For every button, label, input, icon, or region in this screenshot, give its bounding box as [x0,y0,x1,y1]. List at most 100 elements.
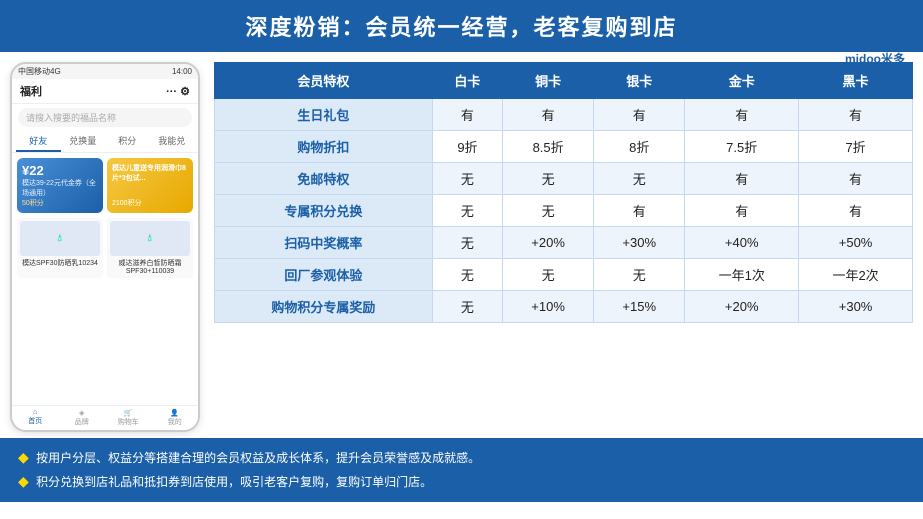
table-cell-value: +20% [685,291,799,323]
col-header-black: 黑卡 [799,63,913,99]
phone-nav-cart[interactable]: 🛒购物车 [105,406,152,430]
table-cell-privilege: 回厂参观体验 [215,259,433,291]
phone-product-2: 🧴 威达滋养白皙防晒霜SPF30+110039 [107,218,193,278]
table-cell-value: 无 [432,259,502,291]
table-cell-value: 8.5折 [503,131,594,163]
product1-label: 模达SPF30防晒乳10234 [20,258,100,268]
table-cell-value: +50% [799,227,913,259]
page-title: 深度粉销：会员统一经营，老客复购到店 [0,10,923,42]
main-content: 中国移动4G 14:00 福利 ··· ⚙ 请搜入搜要的福品名称 好友 兑换量 … [0,52,923,432]
table-cell-value: 无 [432,291,502,323]
phone-products-row: 🧴 模达SPF30防晒乳10234 🧴 威达滋养白皙防晒霜SPF30+11003… [12,218,198,278]
table-cell-value: 一年2次 [799,259,913,291]
header-bar: 深度粉销：会员统一经营，老客复购到店 [0,0,923,52]
table-cell-value: 有 [432,99,502,131]
card1-points: 50积分 [22,198,98,208]
carrier-text: 中国移动4G [18,66,61,77]
membership-table-area: 会员特权 白卡 铜卡 银卡 金卡 黑卡 生日礼包有有有有有购物折扣9折8.5折8… [214,62,913,432]
card1-sublabel: 模达39-22元代金券（全场通用） [22,178,98,198]
phone-nav-home[interactable]: ⌂首页 [12,406,59,430]
table-cell-value: 无 [503,195,594,227]
table-cell-value: 有 [799,163,913,195]
table-cell-value: 有 [594,195,685,227]
phone-title-icons: ··· ⚙ [166,85,190,98]
table-cell-value: 9折 [432,131,502,163]
table-cell-value: 7.5折 [685,131,799,163]
table-cell-value: 有 [799,99,913,131]
footer-text-2: 积分兑换到店礼品和抵扣券到店使用，吸引老客户复购，复购订单归门店。 [36,475,432,489]
phone-tab-redeem[interactable]: 我能兑 [150,131,195,152]
table-cell-value: +40% [685,227,799,259]
table-header-row: 会员特权 白卡 铜卡 银卡 金卡 黑卡 [215,63,913,99]
footer-bar: ◆ 按用户分层、权益分等搭建合理的会员权益及成长体系，提升会员荣誉感及成就感。 … [0,438,923,502]
phone-tab-exchange[interactable]: 兑换量 [61,131,106,152]
phone-mockup: 中国移动4G 14:00 福利 ··· ⚙ 请搜入搜要的福品名称 好友 兑换量 … [10,62,200,432]
table-row: 扫码中奖概率无+20%+30%+40%+50% [215,227,913,259]
phone-product-1: 🧴 模达SPF30防晒乳10234 [17,218,103,278]
search-placeholder: 请搜入搜要的福品名称 [26,113,116,123]
table-cell-value: 有 [685,99,799,131]
table-cell-privilege: 专属积分兑换 [215,195,433,227]
table-cell-value: 无 [432,163,502,195]
table-cell-value: 无 [432,227,502,259]
table-cell-value: 有 [594,99,685,131]
product2-image: 🧴 [110,221,190,256]
logo-text: midoo米多 [845,50,905,67]
table-row: 专属积分兑换无无有有有 [215,195,913,227]
table-cell-value: 无 [594,259,685,291]
table-cell-value: 有 [503,99,594,131]
table-cell-value: 有 [685,163,799,195]
membership-table: 会员特权 白卡 铜卡 银卡 金卡 黑卡 生日礼包有有有有有购物折扣9折8.5折8… [214,62,913,323]
table-row: 购物折扣9折8.5折8折7.5折7折 [215,131,913,163]
table-cell-value: 无 [594,163,685,195]
col-header-silver: 银卡 [594,63,685,99]
card2-label: 模达儿童送专用润滑巾8片*3包试... [112,163,188,183]
phone-nav-profile[interactable]: 👤我的 [152,406,199,430]
phone-tabs: 好友 兑换量 积分 我能兑 [12,131,198,153]
table-row: 购物积分专属奖励无+10%+15%+20%+30% [215,291,913,323]
table-cell-value: +20% [503,227,594,259]
phone-status-bar: 中国移动4G 14:00 [12,64,198,79]
phone-nav-brand[interactable]: ◈品牌 [59,406,106,430]
table-cell-privilege: 免邮特权 [215,163,433,195]
table-cell-value: 有 [799,195,913,227]
phone-tab-friends[interactable]: 好友 [16,131,61,152]
table-cell-privilege: 购物积分专属奖励 [215,291,433,323]
table-cell-privilege: 购物折扣 [215,131,433,163]
table-cell-value: 8折 [594,131,685,163]
table-cell-value: 有 [685,195,799,227]
logo-area: midoo米多 [845,8,905,67]
table-cell-value: 无 [432,195,502,227]
phone-tab-points[interactable]: 积分 [105,131,150,152]
product1-image: 🧴 [20,221,100,256]
table-cell-value: 无 [503,163,594,195]
phone-bottom-nav: ⌂首页 ◈品牌 🛒购物车 👤我的 [12,405,198,430]
product2-label: 威达滋养白皙防晒霜SPF30+110039 [110,258,190,275]
table-row: 生日礼包有有有有有 [215,99,913,131]
table-cell-value: 7折 [799,131,913,163]
col-header-bronze: 铜卡 [503,63,594,99]
diamond-icon-1: ◆ [18,449,29,465]
card2-points: 2100积分 [112,198,188,208]
footer-line-1: ◆ 按用户分层、权益分等搭建合理的会员权益及成长体系，提升会员荣誉感及成就感。 [18,446,905,470]
col-header-privilege: 会员特权 [215,63,433,99]
phone-search-bar[interactable]: 请搜入搜要的福品名称 [18,108,192,127]
midoo-logo-icon [853,8,897,48]
table-cell-value: 无 [503,259,594,291]
table-cell-value: 一年1次 [685,259,799,291]
phone-card-2: 模达儿童送专用润滑巾8片*3包试... 2100积分 [107,158,193,213]
table-row: 免邮特权无无无有有 [215,163,913,195]
table-cell-privilege: 生日礼包 [215,99,433,131]
table-cell-value: +15% [594,291,685,323]
table-cell-value: +30% [799,291,913,323]
footer-line-2: ◆ 积分兑换到店礼品和抵扣券到店使用，吸引老客户复购，复购订单归门店。 [18,470,905,494]
table-cell-value: +10% [503,291,594,323]
table-cell-privilege: 扫码中奖概率 [215,227,433,259]
table-row: 回厂参观体验无无无一年1次一年2次 [215,259,913,291]
card1-price: ¥22 [22,163,98,178]
phone-card-1: ¥22 模达39-22元代金券（全场通用） 50积分 [17,158,103,213]
col-header-gold: 金卡 [685,63,799,99]
diamond-icon-2: ◆ [18,473,29,489]
phone-cards-row: ¥22 模达39-22元代金券（全场通用） 50积分 模达儿童送专用润滑巾8片*… [12,153,198,218]
phone-title-bar: 福利 ··· ⚙ [12,79,198,104]
